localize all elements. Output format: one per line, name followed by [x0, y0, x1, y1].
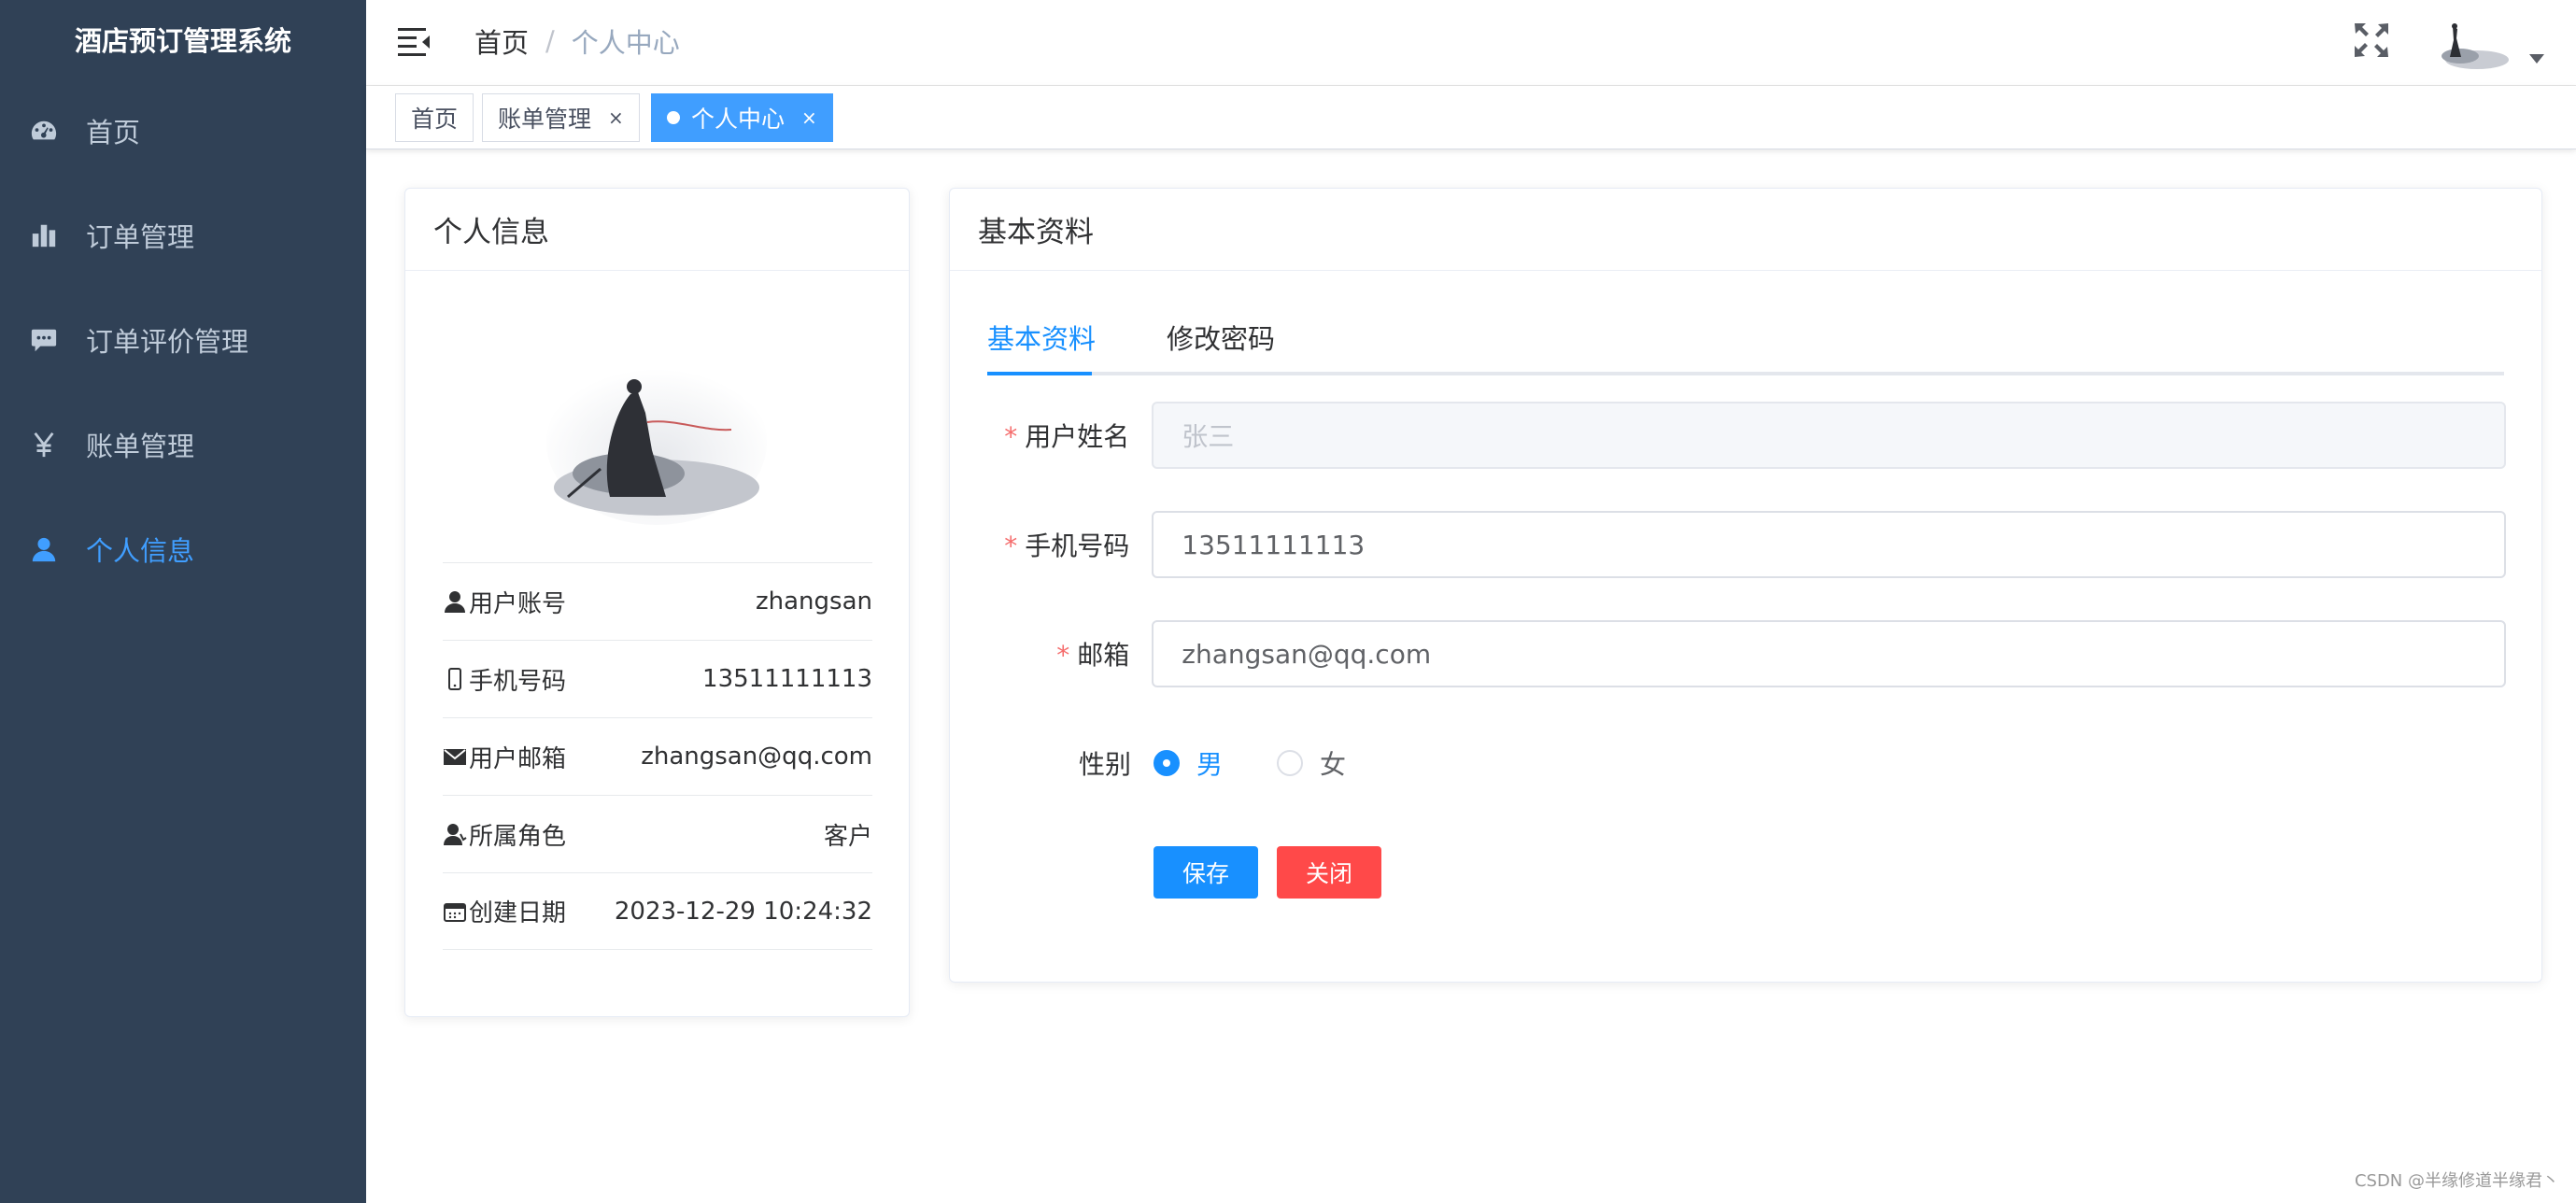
comment-icon: [28, 324, 60, 356]
info-value: zhangsan: [756, 587, 872, 616]
calendar-icon: [444, 902, 466, 922]
tag-home[interactable]: 首页: [395, 93, 474, 142]
fullscreen-icon[interactable]: [2352, 21, 2391, 60]
form-label: 性别: [1078, 749, 1131, 780]
info-row-email: 用户邮箱 zhangsan@qq.com: [443, 717, 872, 795]
tab-active-indicator: [987, 372, 1092, 375]
user-icon: [445, 591, 465, 613]
info-row-phone: 手机号码 13511111113: [443, 640, 872, 717]
active-dot-icon: [667, 111, 680, 124]
gender-radio-group: 男 女: [1154, 744, 1400, 782]
form-row-email: * 邮箱 zhangsan@qq.com: [987, 620, 2506, 687]
breadcrumb-current: 个人中心: [571, 27, 680, 59]
info-label: 用户账号: [469, 589, 567, 618]
form-row-actions: 保存 关闭: [987, 839, 2506, 906]
app-title: 酒店预订管理系统: [74, 25, 291, 57]
mail-icon: [444, 749, 466, 765]
profile-avatar: [545, 357, 769, 525]
profile-tabs: 基本资料 修改密码: [987, 308, 2504, 375]
top-navbar: 首页 / 个人中心: [366, 0, 2576, 86]
sidebar-item-label: 首页: [86, 117, 141, 149]
required-mark: *: [1004, 531, 1018, 561]
close-icon[interactable]: ×: [608, 106, 624, 129]
sidebar-item-label: 订单管理: [86, 221, 195, 253]
tag-label: 账单管理: [498, 106, 592, 133]
gender-radio-female[interactable]: 女: [1277, 744, 1346, 782]
tag-profile-center[interactable]: 个人中心 ×: [651, 93, 833, 142]
form-row-username: * 用户姓名 张三: [987, 402, 2506, 469]
hamburger-toggle-icon[interactable]: [396, 22, 433, 60]
info-label: 创建日期: [469, 899, 567, 927]
form-label: * 手机号码: [987, 526, 1152, 563]
sidebar-item-label: 账单管理: [86, 431, 195, 462]
personal-info-list: 用户账号 zhangsan 手机号码 13511111113 用户邮箱 zhan…: [443, 562, 872, 950]
label-text: 用户姓名: [1025, 421, 1130, 452]
caret-down-icon[interactable]: [2529, 54, 2544, 64]
close-button[interactable]: 关闭: [1277, 846, 1381, 899]
close-icon[interactable]: ×: [801, 106, 817, 129]
username-input[interactable]: 张三: [1152, 402, 2506, 469]
watermark: CSDN @半缘修道半缘君丶: [2354, 1171, 2559, 1191]
phone-input[interactable]: 13511111113: [1152, 511, 2506, 578]
user-avatar[interactable]: [2432, 19, 2511, 75]
radio-unchecked-icon: [1277, 750, 1304, 776]
required-mark: *: [1004, 421, 1018, 452]
sidebar-item-reviews[interactable]: 订单评价管理: [0, 288, 366, 392]
radio-label: 男: [1196, 749, 1224, 780]
info-row-role: 所属角色 客户: [443, 795, 872, 872]
tab-basic-info[interactable]: 基本资料: [987, 318, 1096, 372]
radio-label: 女: [1320, 749, 1347, 780]
tab-change-password[interactable]: 修改密码: [1167, 318, 1275, 372]
form-row-phone: * 手机号码 13511111113: [987, 511, 2506, 578]
info-label: 所属角色: [469, 822, 567, 851]
role-icon: [444, 824, 467, 845]
sidebar-item-bills[interactable]: 账单管理: [0, 392, 366, 497]
email-input[interactable]: zhangsan@qq.com: [1152, 620, 2506, 687]
tag-bills[interactable]: 账单管理 ×: [482, 93, 640, 142]
yen-icon: [28, 429, 60, 460]
dashboard-icon: [28, 115, 60, 147]
required-mark: *: [1056, 640, 1070, 671]
bar-chart-icon: [28, 219, 60, 251]
tags-view: 首页 账单管理 × 个人中心 ×: [366, 86, 2576, 149]
info-row-account: 用户账号 zhangsan: [443, 562, 872, 640]
sidebar-item-orders[interactable]: 订单管理: [0, 183, 366, 288]
info-value: zhangsan@qq.com: [641, 743, 872, 771]
info-value: 客户: [823, 822, 872, 851]
sidebar: 酒店预订管理系统 首页 订单管理 订单评价管理 账单管理 个人信息: [0, 0, 366, 1203]
basic-info-card: 基本资料 基本资料 修改密码 * 用户姓名 张三 * 手机号码 1351111111…: [949, 188, 2542, 983]
label-text: 邮箱: [1077, 640, 1130, 671]
app-root: 酒店预订管理系统 首页 订单管理 订单评价管理 账单管理 个人信息 首页 / 个…: [0, 0, 2576, 1203]
radio-checked-icon: [1154, 750, 1180, 776]
card-title: 个人信息: [405, 189, 909, 271]
label-text: 手机号码: [1025, 531, 1130, 561]
info-value: 13511111113: [702, 665, 872, 693]
tag-label: 个人中心: [691, 106, 786, 133]
personal-info-card: 个人信息 用户账号 zhangsan 手机号码 13511111113 用户邮箱…: [404, 188, 910, 1017]
info-label: 用户邮箱: [469, 744, 567, 773]
save-button[interactable]: 保存: [1154, 846, 1258, 899]
sidebar-item-home[interactable]: 首页: [0, 78, 366, 183]
phone-icon: [448, 668, 461, 690]
info-row-created: 创建日期 2023-12-29 10:24:32: [443, 872, 872, 950]
info-value: 2023-12-29 10:24:32: [614, 897, 872, 926]
breadcrumb: 首页 / 个人中心: [474, 21, 680, 62]
breadcrumb-home[interactable]: 首页: [474, 21, 529, 61]
tag-label: 首页: [411, 106, 459, 133]
sidebar-item-label: 个人信息: [86, 535, 195, 567]
sidebar-item-label: 订单评价管理: [86, 326, 249, 358]
user-icon: [28, 533, 60, 565]
form-label: * 邮箱: [987, 635, 1152, 672]
form-row-gender: 性别 男 女: [987, 729, 2506, 797]
form-label: * 用户姓名: [987, 417, 1152, 454]
sidebar-item-profile[interactable]: 个人信息: [0, 497, 366, 602]
info-label: 手机号码: [469, 667, 567, 696]
gender-radio-male[interactable]: 男: [1154, 744, 1223, 782]
card-title: 基本资料: [950, 189, 2541, 271]
breadcrumb-separator: /: [545, 25, 555, 57]
